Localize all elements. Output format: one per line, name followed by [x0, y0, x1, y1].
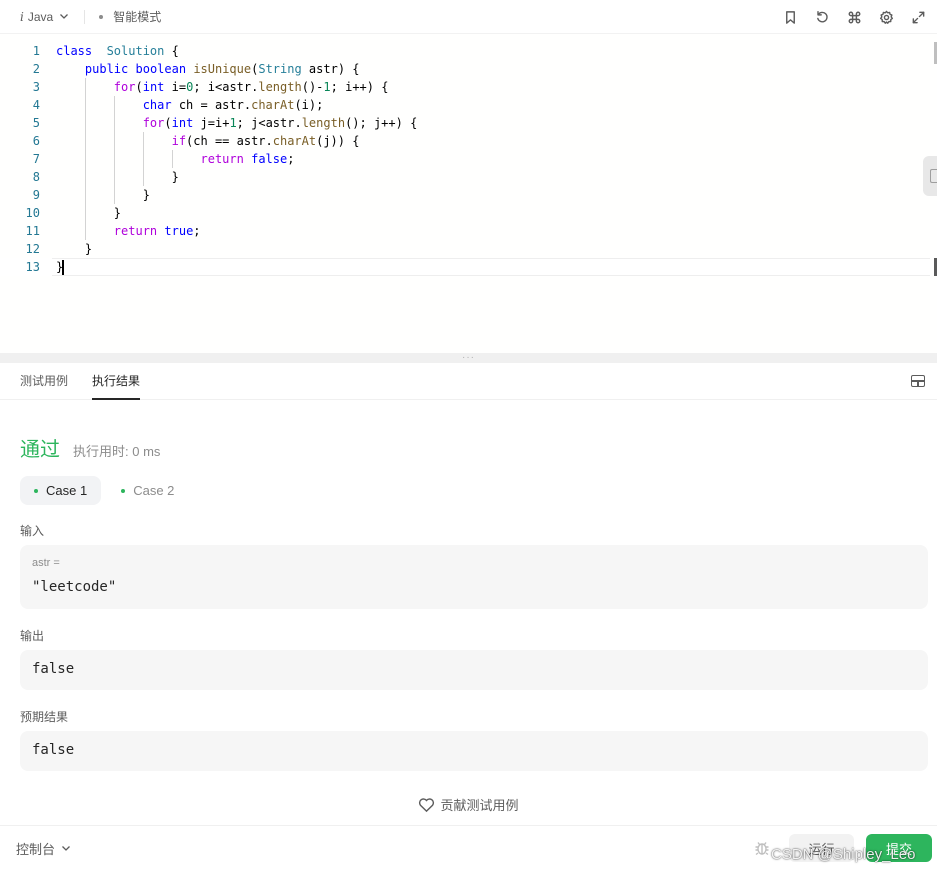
run-button[interactable]: 运行 [789, 834, 854, 862]
line-number: 3 [32, 80, 40, 94]
editor-toolbar: i Java 智能模式 [0, 0, 937, 33]
code-text: for(int j=i+1; j<astr.length(); j++) { [142, 116, 418, 130]
line-number: 6 [32, 134, 40, 148]
code-text: char ch = astr.charAt(i); [142, 98, 324, 112]
code-text: public boolean isUnique(String astr) { [84, 62, 360, 76]
tab-testcases[interactable]: 测试用例 [20, 372, 68, 399]
code-text: } [56, 188, 150, 202]
tab-result[interactable]: 执行结果 [92, 372, 141, 400]
expected-box: false [20, 731, 928, 771]
input-label: 输入 [20, 524, 45, 538]
case-label: Case 1 [46, 483, 88, 498]
output-label: 输出 [20, 629, 45, 643]
pass-dot-icon [34, 488, 38, 493]
toolbar-divider [84, 9, 86, 24]
code-text: } [56, 170, 179, 184]
code-line[interactable]: 9 } [0, 186, 930, 204]
case-label: Case 2 [133, 483, 175, 498]
line-number: 8 [32, 170, 40, 184]
code-line[interactable]: 1 class Solution { [0, 42, 930, 60]
code-lines[interactable]: 1 class Solution { 2 public boolean isUniq… [0, 42, 930, 276]
resize-splitter[interactable]: ··· [0, 353, 937, 363]
code-text: return false; [200, 152, 295, 166]
console-toggle[interactable]: 控制台 [16, 839, 71, 858]
line-number: 10 [25, 206, 40, 220]
line-number: 9 [32, 188, 40, 202]
code-line[interactable]: 12 } [0, 240, 930, 258]
runtime-text: 执行用时: 0 ms [73, 444, 161, 459]
code-line[interactable]: 8 } [0, 168, 930, 186]
code-text: } [56, 206, 122, 220]
output-value: false [32, 661, 75, 677]
code-line[interactable]: 6 if(ch == astr.charAt(j)) { [0, 132, 930, 150]
submit-button[interactable]: 提交 [866, 834, 932, 862]
code-text: for(int i=0; i<astr.length()-1; i++) { [113, 80, 389, 94]
code-text: } [56, 242, 93, 256]
heart-icon [419, 797, 435, 812]
case-selector: Case 1 Case 2 [20, 476, 194, 505]
code-line[interactable]: 10 } [0, 204, 930, 222]
case-tab-1[interactable]: Case 1 [20, 476, 102, 505]
contribute-testcase-link[interactable]: 贡献测试用例 [0, 795, 937, 814]
code-line[interactable]: 13} [0, 258, 930, 276]
code-line[interactable]: 4 char ch = astr.charAt(i); [0, 96, 930, 114]
language-selector[interactable]: i Java [20, 6, 69, 28]
result-panel: 测试用例 执行结果 通过 执行用时: 0 ms Case 1 Case 2 输入… [0, 363, 937, 825]
input-variable: astr = [32, 557, 60, 569]
code-text: if(ch == astr.charAt(j)) { [171, 134, 360, 148]
line-number: 7 [32, 152, 40, 166]
contribute-label: 贡献测试用例 [440, 798, 519, 813]
line-number: 12 [25, 242, 40, 256]
chevron-down-icon [61, 841, 71, 856]
expected-label: 预期结果 [20, 710, 69, 724]
result-status: 通过 执行用时: 0 ms [20, 433, 160, 462]
line-number: 13 [25, 260, 40, 274]
input-value: "leetcode" [32, 579, 117, 595]
bookmark-icon[interactable] [779, 6, 801, 28]
input-box: astr = "leetcode" [20, 545, 928, 609]
bottom-bar: 控制台 运行 提交 CSDN @Shipley_Leo [0, 825, 937, 873]
command-icon[interactable] [843, 6, 865, 28]
console-label: 控制台 [16, 842, 56, 857]
code-line[interactable]: 5 for(int j=i+1; j<astr.length(); j++) { [0, 114, 930, 132]
code-text: class Solution { [56, 44, 179, 58]
status-badge: 通过 [20, 439, 60, 461]
text-cursor [62, 260, 65, 275]
side-panel-handle[interactable] [923, 156, 937, 196]
code-line[interactable]: 11 return true; [0, 222, 930, 240]
case-tab-2[interactable]: Case 2 [107, 476, 188, 505]
info-icon: i [20, 9, 24, 24]
smart-mode-toggle[interactable]: 智能模式 [99, 8, 161, 25]
code-text: return true; [113, 224, 201, 238]
pass-dot-icon [121, 488, 126, 493]
code-line[interactable]: 7 return false; [0, 150, 930, 168]
line-number: 2 [32, 62, 40, 76]
code-line[interactable]: 3 for(int i=0; i<astr.length()-1; i++) { [0, 78, 930, 96]
settings-icon[interactable] [875, 6, 897, 28]
fullscreen-icon[interactable] [907, 6, 929, 28]
line-number: 11 [25, 224, 40, 238]
mode-label: 智能模式 [113, 10, 162, 24]
reset-icon[interactable] [811, 6, 833, 28]
code-line[interactable]: 2 public boolean isUnique(String astr) { [0, 60, 930, 78]
output-box: false [20, 650, 928, 690]
chevron-down-icon [59, 10, 69, 24]
mode-dot-icon [99, 14, 104, 19]
code-editor[interactable]: 1 class Solution { 2 public boolean isUniq… [0, 33, 937, 353]
line-number: 4 [32, 98, 40, 112]
language-label: Java [27, 9, 54, 24]
layout-icon[interactable] [911, 375, 925, 387]
line-number: 5 [32, 116, 40, 130]
drag-handle-icon: ··· [462, 352, 475, 363]
panel-tabs: 测试用例 执行结果 [0, 363, 937, 400]
code-text: } [56, 260, 65, 275]
expected-value: false [32, 742, 75, 758]
debug-icon[interactable] [753, 839, 771, 857]
line-number: 1 [32, 44, 40, 58]
